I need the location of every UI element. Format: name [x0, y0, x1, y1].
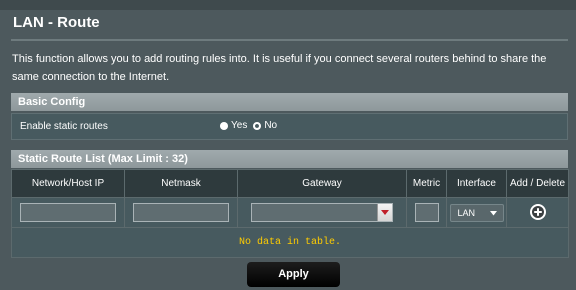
plus-circle-icon[interactable] — [529, 203, 547, 221]
column-interface: Interface — [446, 169, 507, 198]
radio-no-label[interactable]: No — [264, 120, 277, 131]
netmask-cell — [124, 197, 238, 228]
basic-config-header: Basic Config — [11, 93, 568, 111]
caret-down-icon — [489, 210, 497, 215]
top-strip — [0, 0, 576, 10]
column-metric: Metric — [406, 169, 447, 198]
radio-yes-label[interactable]: Yes — [231, 120, 247, 131]
metric-input[interactable] — [414, 203, 439, 222]
gateway-combobox[interactable] — [251, 203, 393, 222]
interface-select-value: LAN — [457, 208, 476, 218]
empty-table-message: No data in table. — [11, 227, 569, 258]
page-title: LAN - Route — [13, 14, 100, 31]
enable-static-routes-radio-group: Yes No — [220, 120, 283, 131]
gateway-cell — [237, 197, 407, 228]
title-divider — [11, 39, 568, 41]
gateway-input[interactable] — [251, 203, 393, 222]
table-header-row: Network/Host IP Netmask Gateway Metric I… — [11, 169, 569, 198]
interface-select[interactable]: LAN — [449, 204, 504, 222]
column-add-delete: Add / Delete — [506, 169, 569, 198]
static-route-table: Network/Host IP Netmask Gateway Metric I… — [11, 169, 569, 258]
column-gateway: Gateway — [237, 169, 407, 198]
static-route-list-header: Static Route List (Max Limit : 32) — [11, 150, 568, 168]
radio-yes[interactable] — [220, 121, 228, 130]
lan-route-panel: LAN - Route This function allows you to … — [0, 0, 576, 290]
page-description: This function allows you to add routing … — [12, 53, 547, 83]
netmask-input[interactable] — [133, 203, 229, 222]
add-delete-cell — [506, 197, 569, 228]
interface-cell: LAN — [446, 197, 507, 228]
enable-static-routes-label: Enable static routes — [20, 121, 108, 132]
empty-table-row: No data in table. — [11, 227, 569, 258]
metric-cell — [406, 197, 447, 228]
network-host-ip-input[interactable] — [20, 203, 116, 222]
network-host-ip-cell — [11, 197, 125, 228]
column-network-host-ip: Network/Host IP — [11, 169, 125, 198]
route-input-row: LAN — [11, 197, 569, 228]
gateway-dropdown-button[interactable] — [377, 204, 392, 221]
chevron-down-icon — [381, 210, 389, 215]
apply-button[interactable]: Apply — [247, 262, 340, 287]
enable-static-routes-row: Enable static routes Yes No — [11, 113, 568, 140]
column-netmask: Netmask — [124, 169, 238, 198]
radio-no[interactable] — [253, 121, 262, 130]
